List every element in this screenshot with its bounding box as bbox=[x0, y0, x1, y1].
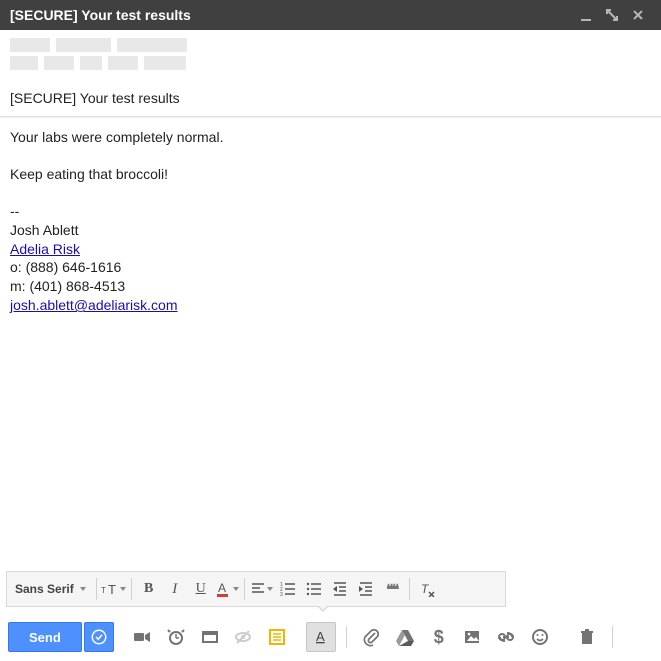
recipients-redacted-2[interactable] bbox=[10, 56, 651, 70]
italic-button[interactable]: I bbox=[162, 575, 188, 603]
separator bbox=[612, 626, 613, 648]
separator bbox=[131, 578, 132, 600]
chevron-down-icon bbox=[267, 587, 273, 591]
confidential-icon[interactable] bbox=[229, 622, 259, 652]
body-line: Keep eating that broccoli! bbox=[10, 165, 651, 184]
svg-text:T: T bbox=[421, 582, 430, 596]
trash-icon[interactable] bbox=[573, 622, 603, 652]
svg-text:3: 3 bbox=[280, 592, 283, 597]
maximize-button[interactable] bbox=[599, 0, 625, 30]
card-icon[interactable] bbox=[195, 622, 225, 652]
recipients-redacted[interactable] bbox=[10, 38, 651, 52]
align-button[interactable] bbox=[249, 575, 275, 603]
sig-dashes: -- bbox=[10, 202, 651, 221]
emoji-icon[interactable] bbox=[525, 622, 555, 652]
chevron-down-icon bbox=[80, 587, 86, 591]
link-icon[interactable] bbox=[491, 622, 521, 652]
sig-office-phone: o: (888) 646-1616 bbox=[10, 258, 651, 277]
sig-company-link[interactable]: Adelia Risk bbox=[10, 241, 80, 257]
svg-text:T: T bbox=[101, 586, 106, 595]
money-icon[interactable]: $ bbox=[424, 622, 454, 652]
bullet-list-button[interactable] bbox=[301, 575, 327, 603]
more-options-button[interactable] bbox=[623, 622, 653, 652]
separator bbox=[244, 578, 245, 600]
minimize-button[interactable] bbox=[573, 0, 599, 30]
photo-icon[interactable] bbox=[458, 622, 488, 652]
chevron-down-icon bbox=[120, 587, 126, 591]
formatting-toggle-button[interactable]: A bbox=[306, 622, 336, 652]
svg-text:T: T bbox=[108, 582, 116, 597]
separator bbox=[409, 578, 410, 600]
window-title: [SECURE] Your test results bbox=[10, 7, 573, 23]
send-button[interactable]: Send bbox=[8, 622, 82, 652]
svg-text:A: A bbox=[316, 629, 325, 644]
attach-icon[interactable] bbox=[357, 622, 387, 652]
body-line: Your labs were completely normal. bbox=[10, 128, 651, 147]
video-icon[interactable] bbox=[127, 622, 157, 652]
message-body[interactable]: Your labs were completely normal. Keep e… bbox=[0, 117, 661, 571]
svg-text:A: A bbox=[218, 581, 226, 595]
indent-less-button[interactable] bbox=[327, 575, 353, 603]
text-block-icon[interactable] bbox=[262, 622, 292, 652]
action-toolbar: Send A $ bbox=[0, 613, 661, 661]
font-family-label: Sans Serif bbox=[15, 582, 74, 596]
sig-name: Josh Ablett bbox=[10, 221, 651, 240]
title-bar: [SECURE] Your test results bbox=[0, 0, 661, 30]
compose-window: [SECURE] Your test results [SECURE] Your… bbox=[0, 0, 661, 661]
close-button[interactable] bbox=[625, 0, 651, 30]
remove-formatting-button[interactable]: T bbox=[414, 575, 440, 603]
separator bbox=[96, 578, 97, 600]
toolbar-caret-icon bbox=[317, 606, 329, 612]
sig-email-link[interactable]: josh.ablett@adeliarisk.com bbox=[10, 297, 178, 313]
indent-more-button[interactable] bbox=[353, 575, 379, 603]
underline-button[interactable]: U bbox=[188, 575, 214, 603]
font-size-button[interactable]: TT bbox=[101, 575, 127, 603]
bold-button[interactable]: B bbox=[136, 575, 162, 603]
font-family-picker[interactable]: Sans Serif bbox=[11, 575, 92, 603]
quote-button[interactable]: ❝❝ bbox=[379, 575, 405, 603]
separator bbox=[346, 626, 347, 648]
numbered-list-button[interactable]: 123 bbox=[275, 575, 301, 603]
subject-field[interactable]: [SECURE] Your test results bbox=[10, 90, 651, 106]
signature: -- Josh Ablett Adelia Risk o: (888) 646-… bbox=[10, 202, 651, 315]
text-color-button[interactable]: A bbox=[214, 575, 240, 603]
sig-mobile-phone: m: (401) 868-4513 bbox=[10, 277, 651, 296]
drive-icon[interactable] bbox=[390, 622, 420, 652]
formatting-toolbar: Sans Serif TT B I U A 123 bbox=[6, 571, 506, 607]
secure-send-button[interactable] bbox=[84, 622, 114, 652]
snooze-icon[interactable] bbox=[161, 622, 191, 652]
header-fields: [SECURE] Your test results bbox=[0, 30, 661, 117]
chevron-down-icon bbox=[233, 587, 239, 591]
